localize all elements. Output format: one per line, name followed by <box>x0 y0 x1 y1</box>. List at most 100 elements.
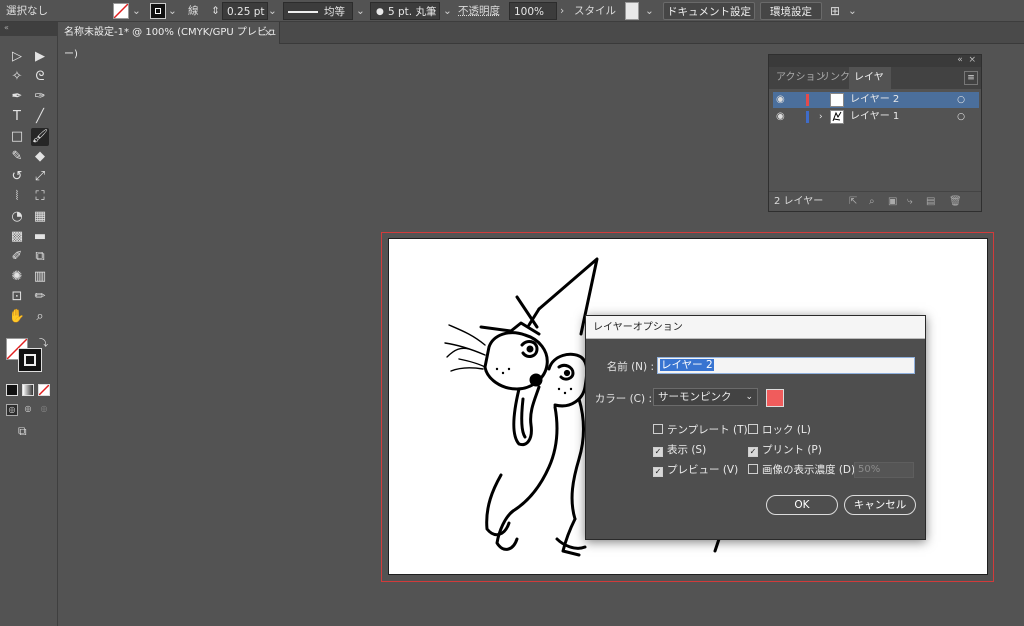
eyedropper-tool[interactable]: ✐ <box>8 248 26 266</box>
stroke-black-swatch[interactable] <box>18 348 42 372</box>
perspective-grid-tool[interactable]: ▦ <box>31 208 49 226</box>
symbol-sprayer-tool[interactable]: ✺ <box>8 268 26 286</box>
chevron-down-icon[interactable]: ⌄ <box>168 2 177 20</box>
selection-tool[interactable]: ▷ <box>8 48 26 66</box>
collapse-icon[interactable]: « <box>957 55 963 65</box>
layer-color-swatch[interactable] <box>766 389 784 407</box>
rectangle-tool[interactable]: □ <box>8 128 26 146</box>
new-sublayer-icon[interactable]: ⤷ <box>907 192 913 212</box>
brush-label: 5 pt. 丸筆 <box>388 6 437 18</box>
width-tool[interactable]: ⦚ <box>8 188 26 206</box>
layer-name[interactable]: レイヤー 1 <box>850 109 899 125</box>
tab-layers[interactable]: レイヤー <box>849 67 891 105</box>
hand-tool[interactable]: ✋ <box>8 308 26 326</box>
blend-tool[interactable]: ⧉ <box>31 248 49 266</box>
opacity-label[interactable]: 不透明度 <box>458 2 500 20</box>
style-swatch[interactable] <box>625 2 639 20</box>
free-transform-tool[interactable]: ⛶ <box>31 188 49 206</box>
shaper-tool[interactable]: ✎ <box>8 148 26 166</box>
export-icon[interactable]: ⇱ <box>849 192 857 212</box>
swap-icon[interactable]: ⤵ <box>39 336 48 349</box>
slice-tool[interactable]: ✏ <box>31 288 49 306</box>
paintbrush-tool[interactable]: 🖌 <box>31 128 49 146</box>
print-checkbox[interactable]: ✓ プリント (P) <box>748 443 822 457</box>
magic-wand-tool[interactable]: ✧ <box>8 68 26 86</box>
dim-images-checkbox[interactable]: 画像の表示濃度 (D) : <box>748 463 862 477</box>
fill-stroke-widget[interactable]: ⤵ <box>6 336 48 374</box>
stroke-weight-stepper[interactable]: ⇕ <box>211 2 220 20</box>
panel-tabs: アクション リンク レイヤー ≡ <box>769 67 981 105</box>
chevron-right-icon[interactable]: › <box>819 109 823 125</box>
line-tool[interactable]: ╱ <box>31 108 49 126</box>
show-checkbox[interactable]: ✓ 表示 (S) <box>653 443 706 457</box>
layer-row[interactable]: ◉ › レイヤー 1 ○ <box>773 109 979 125</box>
rotate-tool[interactable]: ↺ <box>8 168 26 186</box>
eraser-tool[interactable]: ◆ <box>31 148 49 166</box>
chevron-down-icon[interactable]: ⌄ <box>268 2 277 20</box>
panel-header[interactable]: « × <box>769 55 981 67</box>
preview-checkbox[interactable]: ✓ プレビュー (V) <box>653 463 738 477</box>
layer-name[interactable]: レイヤー 2 <box>850 92 899 108</box>
checkmark-icon: ✓ <box>653 467 663 477</box>
chevron-down-icon[interactable]: ⌄ <box>848 2 857 20</box>
type-tool[interactable]: T <box>8 108 26 126</box>
close-icon[interactable]: × <box>264 22 273 44</box>
pen-tool[interactable]: ✒ <box>8 88 26 106</box>
brush-definition[interactable]: ● 5 pt. 丸筆 <box>370 2 440 20</box>
chevron-right-icon[interactable]: › <box>560 2 564 20</box>
panel-menu-icon[interactable]: ≡ <box>964 71 978 85</box>
visibility-eye-icon[interactable]: ◉ <box>776 92 788 108</box>
graph-tool[interactable]: ▥ <box>31 268 49 286</box>
scale-tool[interactable]: ⤢ <box>31 168 49 186</box>
variable-width-profile[interactable]: 均等 <box>283 2 353 20</box>
chevron-down-icon[interactable]: ⌄ <box>645 2 654 20</box>
artboard-tool[interactable]: ⊡ <box>8 288 26 306</box>
lasso-tool[interactable]: ᘓ <box>31 68 49 86</box>
direct-selection-tool[interactable]: ▶ <box>31 48 49 66</box>
target-circle-icon[interactable]: ○ <box>957 109 965 125</box>
trash-icon[interactable]: 🗑 <box>949 192 962 212</box>
mesh-tool[interactable]: ▩ <box>8 228 26 246</box>
draw-normal-icon[interactable]: ◎ <box>6 404 18 416</box>
stroke-label: 線 <box>188 5 199 17</box>
draw-inside-icon[interactable]: ◎ <box>38 404 50 416</box>
collapse-icon[interactable]: « <box>0 22 58 36</box>
lock-label: ロック (L) <box>762 424 811 436</box>
locate-object-icon[interactable]: ⌕ <box>869 192 875 212</box>
gradient-mode-icon[interactable] <box>22 384 34 396</box>
ok-button[interactable]: OK <box>766 495 838 515</box>
checkmark-icon: ✓ <box>748 447 758 457</box>
screen-mode-icon[interactable]: ⧉ <box>18 424 27 439</box>
preferences-button[interactable]: 環境設定 <box>760 2 822 20</box>
fill-swatch[interactable] <box>113 3 129 19</box>
none-mode-icon[interactable] <box>38 384 50 396</box>
stroke-weight-field[interactable]: 0.25 pt <box>222 2 268 20</box>
lock-checkbox[interactable]: ロック (L) <box>748 423 811 437</box>
stroke-swatch[interactable] <box>150 3 166 19</box>
arrange-documents-icon[interactable]: ⊞ <box>830 2 840 20</box>
visibility-eye-icon[interactable]: ◉ <box>776 109 788 125</box>
shape-builder-tool[interactable]: ◔ <box>8 208 26 226</box>
chevron-down-icon[interactable]: ⌄ <box>356 2 365 20</box>
style-label: スタイル <box>574 5 616 17</box>
template-checkbox[interactable]: テンプレート (T) <box>653 423 748 437</box>
document-setup-button[interactable]: ドキュメント設定 <box>663 2 755 20</box>
chevron-down-icon[interactable]: ⌄ <box>443 2 452 20</box>
chevron-down-icon[interactable]: ⌄ <box>132 2 141 20</box>
color-select[interactable]: サーモンピンク ⌄ <box>653 388 758 406</box>
curvature-tool[interactable]: ✑ <box>31 88 49 106</box>
gradient-tool[interactable]: ▬ <box>31 228 49 246</box>
zoom-tool[interactable]: ⌕ <box>31 308 49 326</box>
layer-row[interactable]: ◉ レイヤー 2 ○ <box>773 92 979 108</box>
opacity-field[interactable]: 100% <box>509 2 557 20</box>
cancel-button[interactable]: キャンセル <box>844 495 916 515</box>
new-layer-icon[interactable]: ▤ <box>926 192 935 212</box>
close-icon[interactable]: × <box>968 55 976 65</box>
layer-name-input[interactable]: レイヤー 2 <box>657 357 915 374</box>
document-tab[interactable]: 名称未設定-1* @ 100% (CMYK/GPU プレビュー) × <box>58 22 280 60</box>
clipping-mask-icon[interactable]: ▣ <box>888 192 897 212</box>
target-circle-icon[interactable]: ○ <box>957 92 965 108</box>
color-mode-icon[interactable] <box>6 384 18 396</box>
draw-behind-icon[interactable]: ◎ <box>22 404 34 416</box>
dim-images-label: 画像の表示濃度 (D) : <box>762 464 862 476</box>
